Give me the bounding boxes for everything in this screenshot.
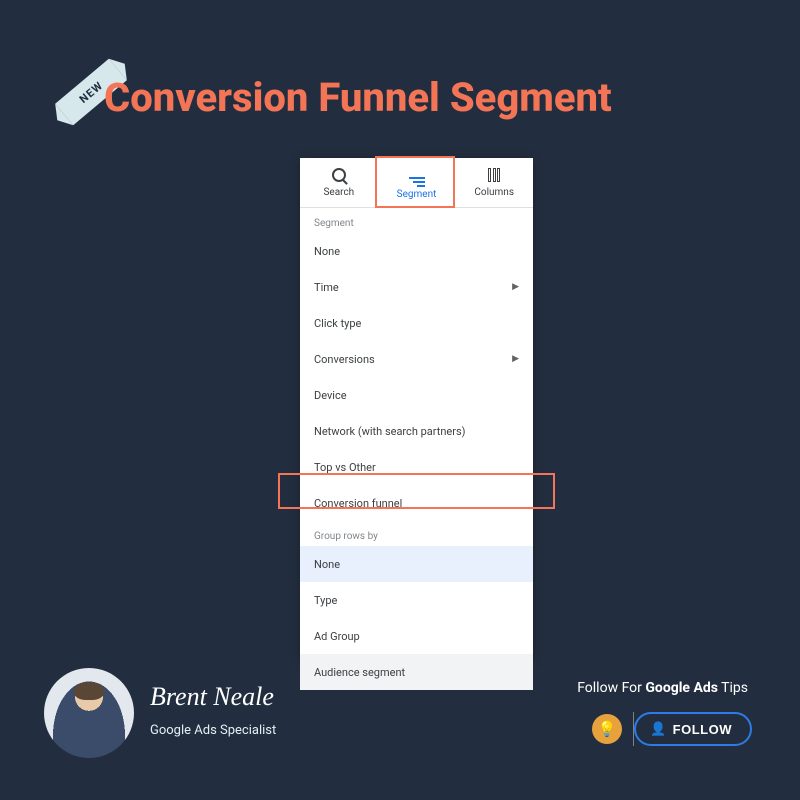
segment-item[interactable]: Top vs Other [300, 449, 533, 485]
segment-item[interactable]: Conversions ▶ [300, 341, 533, 377]
segment-item-label: Click type [314, 317, 361, 330]
group-item[interactable]: Type [300, 582, 533, 618]
header-segment[interactable]: Segment [378, 158, 456, 207]
segment-item-label: Network (with search partners) [314, 425, 466, 438]
segment-item[interactable]: Time ▶ [300, 269, 533, 305]
segment-item-label: Device [314, 389, 347, 402]
segment-item-label: Top vs Other [314, 461, 376, 474]
cta-suffix: Tips [718, 680, 748, 696]
group-item-label: Type [314, 594, 337, 607]
signature: Brent Neale [150, 682, 274, 712]
group-section-label: Group rows by [300, 521, 533, 546]
segment-item[interactable]: Network (with search partners) [300, 413, 533, 449]
header-segment-label: Segment [397, 189, 437, 200]
follow-button-label: FOLLOW [673, 722, 732, 737]
segment-item-label: None [314, 245, 340, 258]
segment-item-label: Conversions [314, 353, 375, 366]
segment-section-label: Segment [300, 208, 533, 233]
panel-header: Search Segment Columns [300, 158, 533, 208]
person-add-icon: 👤 [650, 721, 667, 737]
avatar [44, 668, 134, 758]
page-title: Conversion Funnel Segment [104, 74, 612, 121]
lightbulb-icon: 💡 [592, 714, 622, 744]
group-item-label: Ad Group [314, 630, 360, 643]
segment-menu: None Time ▶ Click type Conversions ▶ Device Net… [300, 233, 533, 521]
group-item[interactable]: Ad Group [300, 618, 533, 654]
group-menu: None Type Ad Group Audience segment [300, 546, 533, 690]
segment-item-label: Time [314, 281, 339, 294]
segment-dropdown-screenshot: Search Segment Columns Segment None Time ▶… [300, 158, 533, 658]
search-icon [332, 168, 346, 185]
segment-item[interactable]: Device [300, 377, 533, 413]
group-item[interactable]: None [300, 546, 533, 582]
chevron-right-icon: ▶ [512, 354, 519, 364]
header-columns-label: Columns [474, 187, 514, 198]
header-search-label: Search [323, 187, 354, 198]
segment-item[interactable]: None [300, 233, 533, 269]
follow-button[interactable]: 👤 FOLLOW [634, 712, 752, 746]
segment-item[interactable]: Click type [300, 305, 533, 341]
group-item-label: None [314, 558, 340, 571]
cta-text: Follow For Google Ads Tips [577, 680, 748, 696]
chevron-right-icon: ▶ [512, 282, 519, 292]
cta-bold: Google Ads [645, 680, 718, 696]
header-search[interactable]: Search [300, 158, 378, 207]
cta-prefix: Follow For [577, 680, 645, 696]
segment-item[interactable]: Conversion funnel [300, 485, 533, 521]
role-label: Google Ads Specialist [150, 723, 276, 738]
columns-icon [488, 168, 500, 185]
segment-item-label: Conversion funnel [314, 497, 402, 510]
header-columns[interactable]: Columns [455, 158, 533, 207]
group-item-label: Audience segment [314, 666, 405, 679]
group-item[interactable]: Audience segment [300, 654, 533, 690]
segment-icon [409, 166, 425, 187]
